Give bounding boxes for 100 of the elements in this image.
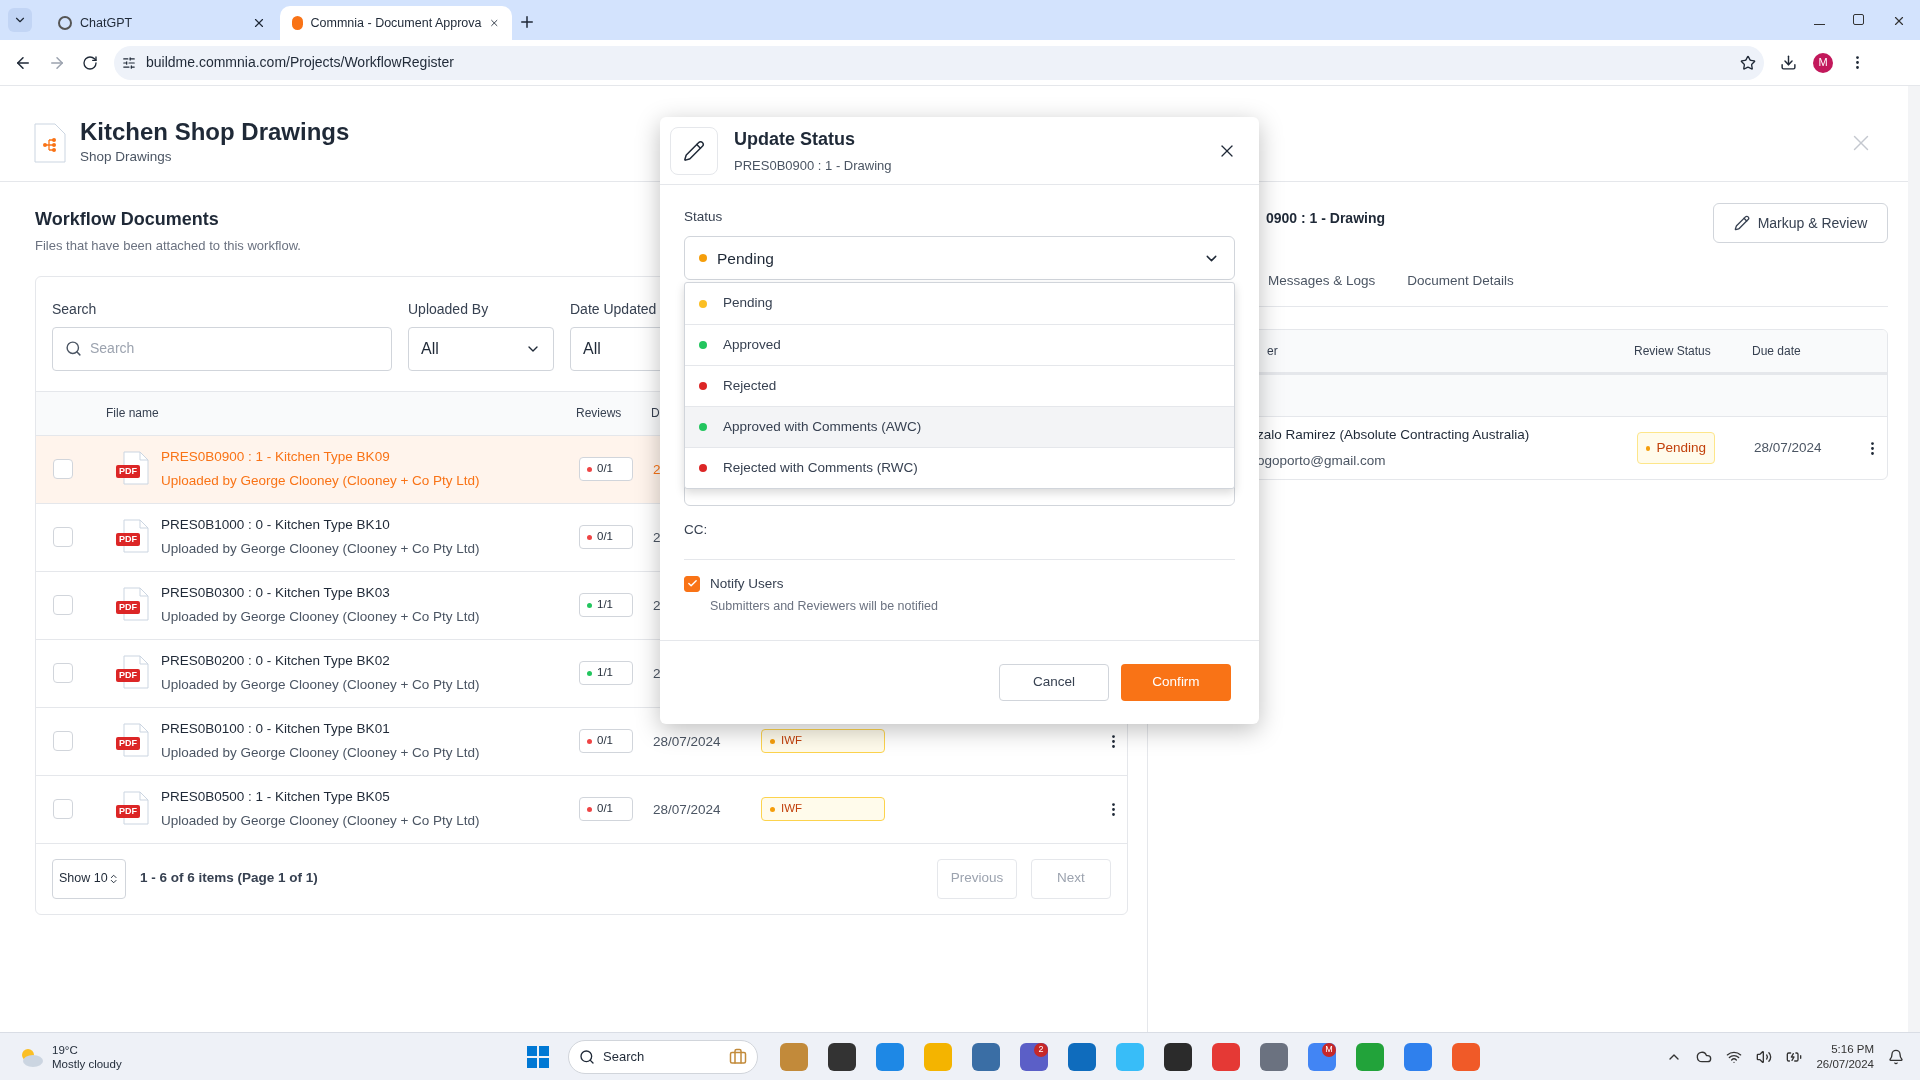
new-tab-icon[interactable] [518, 13, 536, 31]
status-option[interactable]: Pending [685, 283, 1234, 324]
row-checkbox[interactable] [53, 799, 73, 819]
volume-icon[interactable] [1756, 1048, 1773, 1065]
app-icon[interactable] [1164, 1042, 1192, 1071]
field-label: Search [52, 299, 98, 319]
column-header: Due date [1752, 343, 1801, 360]
cc-label: CC: [684, 521, 709, 540]
page-subtitle: Shop Drawings [80, 148, 173, 167]
windows-start-icon[interactable] [526, 1044, 550, 1069]
download-icon[interactable] [1780, 54, 1797, 71]
markup-review-button[interactable]: Markup & Review [1713, 203, 1888, 243]
date-text: 28/07/2024 [653, 734, 721, 749]
notification-icon[interactable] [1888, 1048, 1904, 1065]
reviews-count: 1/1 [579, 593, 633, 617]
search-input[interactable]: Search [90, 338, 379, 359]
status-option[interactable]: Approved with Comments (AWC) [685, 406, 1234, 447]
temperature: 19°C [52, 1042, 79, 1057]
file-name[interactable]: PRES0B0100 : 0 - Kitchen Type BK01 [161, 718, 579, 739]
row-checkbox[interactable] [53, 731, 73, 751]
panel-tab[interactable]: Document Details [1407, 271, 1514, 304]
check-icon [686, 578, 698, 589]
file-name[interactable]: PRES0B0200 : 0 - Kitchen Type BK02 [161, 650, 579, 671]
status-badge: IWF [761, 729, 885, 753]
tab-title: Commnia - Document Approva [310, 14, 482, 32]
reviewer-name: zalo Ramirez (Absolute Contracting Australia) [1257, 426, 1531, 445]
site-icon [58, 16, 72, 30]
dialog-subtitle: PRES0B0900 : 1 - Drawing [734, 156, 893, 175]
uploaded-by-dropdown[interactable]: All [408, 326, 554, 371]
reviews-count: 0/1 [579, 457, 633, 481]
date-text: 2 [653, 530, 661, 545]
field-label: Uploaded By [408, 299, 490, 319]
row-checkbox[interactable] [53, 663, 73, 683]
column-header: er [1267, 343, 1279, 360]
app-icon[interactable]: 2 [1020, 1042, 1048, 1071]
file-name[interactable]: PRES0B0300 : 0 - Kitchen Type BK03 [161, 582, 579, 603]
dialog-title: Update Status [734, 127, 857, 151]
notify-checkbox[interactable] [684, 575, 700, 592]
file-name[interactable]: PRES0B1000 : 0 - Kitchen Type BK10 [161, 514, 579, 535]
status-option[interactable]: Rejected with Comments (RWC) [685, 447, 1234, 488]
checkbox-description: Submitters and Reviewers will be notified [710, 597, 938, 615]
weather-text: Mostly cloudy [52, 1056, 122, 1071]
notification-badge: M [1322, 1042, 1336, 1057]
date-text: 2 [653, 462, 661, 477]
row-checkbox[interactable] [53, 459, 73, 479]
column-header: D [651, 405, 660, 422]
field-label: Status [684, 208, 724, 226]
close-icon[interactable] [252, 16, 266, 30]
reload-icon[interactable] [82, 54, 98, 71]
site-info-icon[interactable] [122, 55, 136, 70]
row-checkbox[interactable] [53, 527, 73, 547]
tab-search-button[interactable] [8, 8, 32, 32]
cancel-button[interactable]: Cancel [999, 664, 1109, 701]
pagination-summary: 1 - 6 of 6 items (Page 1 of 1) [140, 869, 318, 888]
column-header: Reviews [576, 405, 623, 422]
uploader-text: Uploaded by George Clooney (Clooney + Co Pty Ltd) [161, 744, 481, 762]
column-header: Review Status [1634, 343, 1712, 360]
restore-icon[interactable] [1853, 14, 1864, 25]
workflow-file-icon [34, 122, 66, 163]
pencil-icon [670, 126, 718, 175]
reviews-count: 0/1 [579, 729, 633, 753]
scrollbar[interactable] [1908, 86, 1920, 1032]
status-option[interactable]: Approved [685, 324, 1234, 365]
reviews-count: 0/1 [579, 525, 633, 549]
review-status-badge: Pending [1637, 432, 1715, 464]
due-date: 28/07/2024 [1754, 438, 1823, 457]
status-select[interactable]: Pending [684, 236, 1235, 281]
close-icon[interactable] [1892, 14, 1906, 28]
page-title: Kitchen Shop Drawings [80, 117, 350, 148]
date-text: 2 [653, 598, 661, 613]
taskbar-search-field[interactable]: Search [568, 1039, 758, 1074]
address-bar[interactable]: buildme.commnia.com/Projects/WorkflowRegister [114, 45, 1764, 80]
uploader-text: Uploaded by George Clooney (Clooney + Co Pty Ltd) [161, 812, 481, 830]
page-size-select[interactable]: Show 10 [52, 858, 126, 899]
document-row[interactable]: PDF PRES0B0500 : 1 - Kitchen Type BK05 Uploaded by George Clooney (Clooney + Co Pty Ltd) 0/1 28/07/2024 IWF [36, 775, 1127, 844]
briefcase-icon [729, 1047, 747, 1066]
panel-tab[interactable]: Messages & Logs [1268, 271, 1376, 304]
clock-date: 26/07/2024 [1816, 1056, 1874, 1072]
reviews-count: 0/1 [579, 797, 633, 821]
pencil-icon [1733, 215, 1750, 231]
document-title: 0900 : 1 - Drawing [1266, 209, 1386, 228]
app-icon[interactable]: M [1308, 1042, 1336, 1071]
uploader-text: Uploaded by George Clooney (Clooney + Co Pty Ltd) [161, 540, 481, 558]
search-icon [579, 1048, 595, 1065]
browser-tab[interactable]: ChatGPT [46, 6, 278, 40]
site-icon [292, 16, 303, 30]
section-subtitle: Files that have been attached to this workflow. [35, 237, 301, 255]
row-checkbox[interactable] [53, 595, 73, 615]
bookmark-star-icon[interactable] [1740, 54, 1756, 71]
url-text: buildme.commnia.com/Projects/WorkflowRegister [146, 53, 454, 72]
notification-badge: 2 [1034, 1042, 1048, 1057]
status-badge: IWF [761, 797, 885, 821]
date-text: 2 [653, 666, 661, 681]
file-name[interactable]: PRES0B0500 : 1 - Kitchen Type BK05 [161, 786, 579, 807]
browser-tab[interactable]: Commnia - Document Approva [280, 6, 512, 40]
profile-avatar[interactable]: M [1813, 52, 1833, 73]
app-icon[interactable] [828, 1042, 856, 1071]
search-field[interactable]: Search [52, 326, 392, 371]
search-icon [65, 340, 82, 357]
clock-time: 5:16 PM [1831, 1041, 1874, 1057]
